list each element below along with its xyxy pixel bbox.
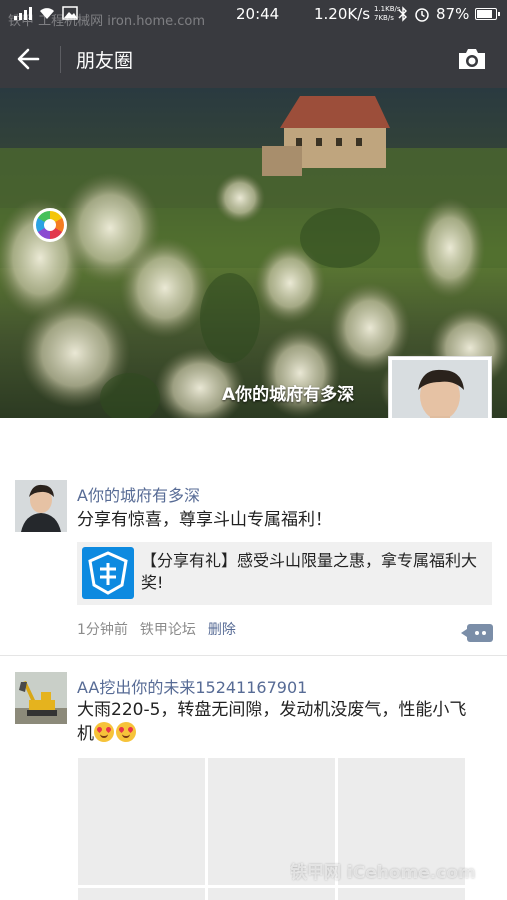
speed-up: 1.1KB/s	[374, 5, 401, 13]
post-time: 1分钟前	[77, 622, 128, 638]
post-username[interactable]: AA挖出你的未来15241167901	[77, 674, 307, 698]
heart-eyes-emoji-icon	[116, 722, 136, 742]
post-photo[interactable]	[338, 888, 465, 900]
watermark-top: 铁甲 工程机械网 iron.home.com	[8, 14, 206, 29]
post-text: 大雨220-5，转盘无间隙，发动机没废气，性能小飞机	[77, 698, 477, 746]
post-text: 分享有惊喜，尊享斗山专属福利！	[77, 510, 332, 530]
aperture-icon	[33, 208, 67, 242]
status-time: 20:44	[236, 5, 280, 23]
battery-percent: 87%	[436, 5, 470, 23]
delete-button[interactable]: 删除	[208, 619, 236, 639]
back-button[interactable]	[14, 44, 46, 74]
speed-down: 7KB/s	[374, 14, 394, 22]
cover-username: A你的城府有多深	[222, 385, 355, 405]
alarm-icon	[415, 8, 429, 22]
bluetooth-icon	[398, 6, 407, 22]
camera-icon	[459, 49, 485, 69]
battery-level	[477, 10, 493, 18]
post-text-body: 大雨220-5，转盘无间隙，发动机没废气，性能小飞机	[77, 700, 467, 744]
battery-icon	[475, 8, 501, 20]
avatar-photo	[15, 480, 67, 532]
doosan-logo-icon	[82, 547, 134, 599]
camera-button[interactable]	[456, 46, 488, 72]
post-meta: 1分钟前 铁甲论坛 删除	[77, 619, 236, 639]
arrow-left-icon	[17, 48, 40, 70]
network-speed: 1.20K/s	[314, 5, 371, 23]
comment-dot	[482, 631, 486, 635]
excavator-avatar-photo	[15, 672, 67, 724]
title-bar: 朋友圈	[0, 30, 507, 88]
post-username[interactable]: A你的城府有多深	[77, 482, 200, 506]
post-photo[interactable]	[208, 888, 335, 900]
post-photo[interactable]	[78, 888, 205, 900]
heart-eyes-emoji-icon	[94, 722, 114, 742]
post-source[interactable]: 铁甲论坛	[140, 619, 196, 639]
status-right-icons: 87%	[398, 5, 501, 23]
page-title: 朋友圈	[76, 50, 134, 72]
post-avatar[interactable]	[15, 672, 67, 724]
post-divider	[0, 655, 507, 656]
share-card-text: 【分享有礼】感受斗山限量之惠，拿专属福利大奖!	[141, 551, 478, 592]
network-speed-detail: 1.1KB/s 7KB/s	[374, 5, 401, 23]
post-photo[interactable]	[78, 758, 205, 885]
watermark-bottom: 铁甲网 iCehome.com	[290, 863, 476, 883]
share-card[interactable]: 【分享有礼】感受斗山限量之惠，拿专属福利大奖!	[77, 542, 492, 605]
post-avatar[interactable]	[15, 480, 67, 532]
title-divider	[60, 46, 61, 73]
comment-button[interactable]	[461, 624, 493, 642]
comment-dot	[475, 631, 479, 635]
